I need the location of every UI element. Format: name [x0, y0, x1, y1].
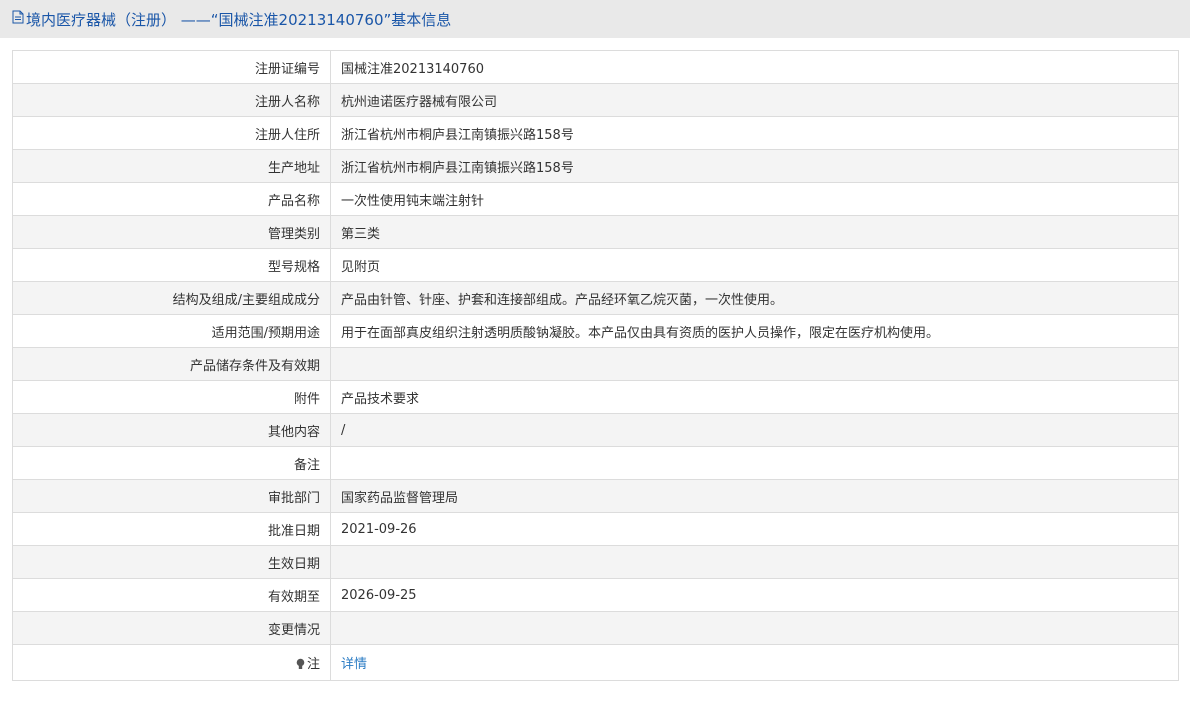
row-value: 一次性使用钝末端注射针	[330, 182, 1179, 216]
row-label: 产品储存条件及有效期	[12, 347, 331, 381]
row-label: 结构及组成/主要组成成分	[12, 281, 331, 315]
row-value: 浙江省杭州市桐庐县江南镇振兴路158号	[330, 149, 1179, 183]
row-label: 变更情况	[12, 611, 331, 645]
table-row: 适用范围/预期用途 用于在面部真皮组织注射透明质酸钠凝胶。本产品仅由具有资质的医护…	[12, 314, 1179, 348]
row-label: 适用范围/预期用途	[12, 314, 331, 348]
table-row: 型号规格 见附页	[12, 248, 1179, 282]
row-label: 其他内容	[12, 413, 331, 447]
row-label: 审批部门	[12, 479, 331, 513]
table-row: 管理类别 第三类	[12, 215, 1179, 249]
row-value: 国械注准20213140760	[330, 50, 1179, 84]
row-value	[330, 611, 1179, 645]
row-label: 注册证编号	[12, 50, 331, 84]
table-row: 注册证编号 国械注准20213140760	[12, 50, 1179, 84]
row-value: 2026-09-25	[330, 578, 1179, 612]
row-label: 生效日期	[12, 545, 331, 579]
row-label: 有效期至	[12, 578, 331, 612]
row-value	[330, 545, 1179, 579]
table-row: 生效日期	[12, 545, 1179, 579]
row-value: 产品技术要求	[330, 380, 1179, 414]
row-value: 浙江省杭州市桐庐县江南镇振兴路158号	[330, 116, 1179, 150]
row-value: 用于在面部真皮组织注射透明质酸钠凝胶。本产品仅由具有资质的医护人员操作，限定在医…	[330, 314, 1179, 348]
row-label: 注册人名称	[12, 83, 331, 117]
page-title: 境内医疗器械（注册） ——“国械注准20213140760”基本信息	[0, 0, 1190, 38]
note-label-cell: 注	[12, 644, 331, 681]
table-row: 产品储存条件及有效期	[12, 347, 1179, 381]
row-label: 附件	[12, 380, 331, 414]
row-value: 杭州迪诺医疗器械有限公司	[330, 83, 1179, 117]
row-label: 备注	[12, 446, 331, 480]
row-label: 生产地址	[12, 149, 331, 183]
row-label: 注册人住所	[12, 116, 331, 150]
row-value: /	[330, 413, 1179, 447]
table-row: 附件 产品技术要求	[12, 380, 1179, 414]
info-table: 注册证编号 国械注准20213140760 注册人名称 杭州迪诺医疗器械有限公司 注册人…	[12, 50, 1179, 681]
row-label: 管理类别	[12, 215, 331, 249]
note-label: 注	[306, 657, 320, 672]
table-row: 批准日期 2021-09-26	[12, 512, 1179, 546]
row-value	[330, 446, 1179, 480]
table-row: 产品名称 一次性使用钝末端注射针	[12, 182, 1179, 216]
page-title-text: 境内医疗器械（注册） ——“国械注准20213140760”基本信息	[26, 10, 452, 29]
table-row: 其他内容 /	[12, 413, 1179, 447]
note-value-cell: 详情	[330, 644, 1179, 681]
row-value: 产品由针管、针座、护套和连接部组成。产品经环氧乙烷灭菌，一次性使用。	[330, 281, 1179, 315]
details-link[interactable]: 详情	[341, 657, 367, 672]
note-row: 注 详情	[12, 644, 1179, 681]
row-value: 第三类	[330, 215, 1179, 249]
info-table-body: 注册证编号 国械注准20213140760 注册人名称 杭州迪诺医疗器械有限公司 注册人…	[12, 50, 1179, 681]
row-label: 型号规格	[12, 248, 331, 282]
table-row: 结构及组成/主要组成成分 产品由针管、针座、护套和连接部组成。产品经环氧乙烷灭菌，…	[12, 281, 1179, 315]
table-row: 生产地址 浙江省杭州市桐庐县江南镇振兴路158号	[12, 149, 1179, 183]
lightbulb-icon	[296, 658, 305, 670]
row-value	[330, 347, 1179, 381]
row-value: 2021-09-26	[330, 512, 1179, 546]
row-value: 见附页	[330, 248, 1179, 282]
table-row: 注册人住所 浙江省杭州市桐庐县江南镇振兴路158号	[12, 116, 1179, 150]
row-label: 批准日期	[12, 512, 331, 546]
table-row: 注册人名称 杭州迪诺医疗器械有限公司	[12, 83, 1179, 117]
row-label: 产品名称	[12, 182, 331, 216]
table-row: 审批部门 国家药品监督管理局	[12, 479, 1179, 513]
table-row: 备注	[12, 446, 1179, 480]
document-icon	[12, 10, 24, 28]
table-row: 变更情况	[12, 611, 1179, 645]
row-value: 国家药品监督管理局	[330, 479, 1179, 513]
table-row: 有效期至 2026-09-25	[12, 578, 1179, 612]
